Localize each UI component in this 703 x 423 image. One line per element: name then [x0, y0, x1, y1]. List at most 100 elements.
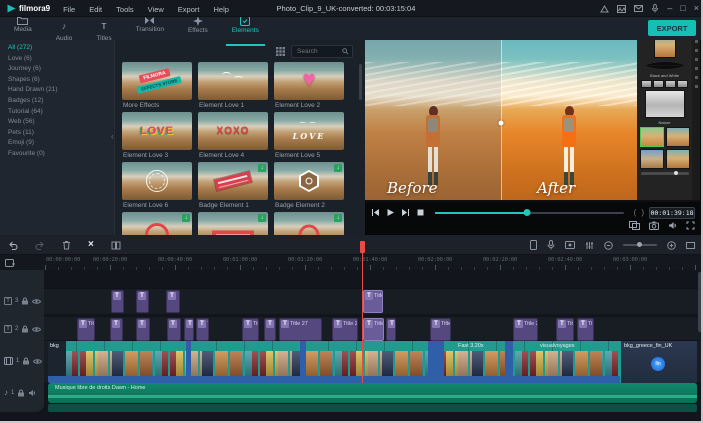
title-clip[interactable]: Title — [430, 318, 451, 341]
title-clip[interactable] — [184, 318, 194, 341]
video-track-1[interactable]: fin bkg Fast 3.20x visualvoyages bkg_greece_… — [0, 340, 701, 383]
title-clip[interactable] — [136, 290, 149, 313]
split-icon[interactable]: × — [88, 240, 94, 250]
title-clip[interactable] — [167, 318, 181, 341]
mark-out-icon[interactable]: ) — [641, 208, 644, 218]
title-clip[interactable]: Ti — [264, 318, 276, 341]
fit-timeline-icon[interactable] — [686, 241, 695, 250]
title-clip[interactable]: Title — [363, 290, 383, 313]
sidebar-item[interactable]: Badges (12) — [0, 96, 114, 107]
seek-bar[interactable] — [435, 208, 624, 218]
sidebar-item[interactable]: All (272) — [0, 43, 114, 54]
snapshot-camera-icon[interactable] — [649, 221, 659, 230]
screen-record-icon[interactable] — [565, 241, 575, 249]
mail-icon[interactable] — [634, 5, 644, 12]
title-clip[interactable]: Title 27 — [279, 318, 322, 341]
minimize-button[interactable]: – — [667, 4, 672, 13]
sidebar-item[interactable]: Pets (11) — [0, 128, 114, 139]
play-button[interactable] — [385, 208, 395, 218]
audio-clip[interactable]: Musique libre de droits Dawn - Home — [48, 383, 697, 403]
playhead[interactable] — [360, 241, 365, 383]
timeline-scrollbar[interactable] — [698, 272, 701, 332]
sidebar-item[interactable]: Web (56) — [0, 117, 114, 128]
previous-frame-button[interactable] — [370, 208, 380, 218]
library-item[interactable]: LOVE Element Love 5 — [274, 112, 344, 160]
timeline-zoom-slider[interactable] — [623, 242, 657, 247]
menu-file[interactable]: File — [56, 5, 82, 14]
audio-mixer-icon[interactable] — [585, 241, 594, 250]
close-button[interactable]: × — [694, 4, 699, 13]
library-item[interactable]: ↓ — [198, 212, 268, 235]
title-clip[interactable]: Title 2 — [332, 318, 358, 341]
library-item[interactable]: XOXO Element Love 4 — [198, 112, 268, 160]
title-clip[interactable] — [166, 290, 180, 313]
tab-effects[interactable]: Effects — [188, 15, 208, 42]
fullscreen-icon[interactable] — [686, 221, 695, 230]
eye-icon[interactable] — [32, 298, 42, 305]
delete-icon[interactable] — [62, 240, 71, 250]
speaker-icon[interactable] — [28, 389, 36, 397]
sidebar-item[interactable]: Tutorial (64) — [0, 107, 114, 118]
mark-in-icon[interactable]: ( — [634, 208, 637, 218]
menu-tools[interactable]: Tools — [109, 5, 141, 14]
eye-icon[interactable] — [33, 358, 43, 365]
track-header-1[interactable]: 1 — [4, 356, 43, 366]
zoom-slider-knob[interactable] — [636, 242, 642, 247]
title-clip[interactable]: Title — [363, 318, 384, 341]
library-item[interactable]: Element Love 6 — [122, 162, 192, 210]
menu-view[interactable]: View — [141, 5, 171, 14]
crop-icon[interactable] — [111, 241, 121, 250]
library-item[interactable]: ↓ — [122, 212, 192, 235]
audio-track-header[interactable]: ♪ 1 — [4, 388, 36, 398]
track-header-2[interactable]: T 2 — [4, 324, 42, 334]
track-header-3[interactable]: T 3 — [4, 296, 42, 306]
lock-icon[interactable] — [21, 325, 29, 333]
timeline-ruler[interactable]: 00:00:00:00 00:00:20:00 00:00:40:00 00:01:0… — [0, 256, 701, 270]
library-item[interactable]: ↓ — [274, 212, 344, 235]
title-clip[interactable]: Ti — [196, 318, 209, 341]
search-box[interactable] — [291, 44, 353, 58]
tab-transition[interactable]: Transition — [136, 16, 164, 42]
library-scrollbar[interactable] — [359, 64, 362, 100]
title-clip[interactable] — [110, 318, 123, 341]
zoom-in-icon[interactable] — [667, 240, 676, 250]
compare-view-icon[interactable] — [629, 221, 640, 230]
library-item[interactable]: LOVE Element Love 3 — [122, 112, 192, 160]
sidebar-item[interactable]: Hand Drawn (21) — [0, 85, 114, 96]
image-icon[interactable] — [617, 4, 627, 13]
tab-audio[interactable]: ♪ Audio — [56, 16, 73, 42]
audio-track-1[interactable]: Musique libre de droits Dawn - Home — [0, 383, 701, 403]
collapse-sidebar-icon[interactable]: ‹ — [111, 132, 114, 141]
title-clip[interactable]: Titl — [242, 318, 259, 341]
menu-edit[interactable]: Edit — [82, 5, 109, 14]
sidebar-item[interactable]: Journey (6) — [0, 64, 114, 75]
sidebar-item[interactable]: Emoji (9) — [0, 138, 114, 149]
video-clip-strip[interactable]: fin bkg Fast 3.20x visualvoyages bkg_greece_… — [48, 341, 697, 383]
lock-icon[interactable] — [22, 357, 30, 365]
tab-titles[interactable]: T Titles — [96, 16, 111, 42]
sidebar-item[interactable]: Favourite (0) — [0, 149, 114, 160]
library-item[interactable]: ↓ Badge Element 1 — [198, 162, 268, 210]
stop-button[interactable] — [415, 208, 425, 218]
library-item[interactable]: FILMORA EFFECTS STORE More Effects — [122, 62, 192, 110]
title-clip[interactable] — [386, 318, 396, 341]
phone-icon[interactable] — [530, 240, 537, 250]
title-clip[interactable] — [111, 290, 124, 313]
eye-icon[interactable] — [32, 326, 42, 333]
share-icon[interactable] — [600, 4, 610, 13]
record-voiceover-icon[interactable] — [547, 240, 555, 250]
title-track-2[interactable]: TitlTiTitlTiTitle 27Title 2TitleTitleTit… — [0, 316, 701, 342]
redo-icon[interactable] — [35, 241, 45, 250]
export-button[interactable]: EXPORT — [648, 20, 696, 36]
title-track-3[interactable]: Title — [0, 288, 701, 314]
seek-knob[interactable] — [523, 209, 531, 216]
library-item[interactable]: Element Love 1 — [198, 62, 268, 110]
mic-icon[interactable] — [651, 4, 659, 13]
title-clip[interactable]: Title — [556, 318, 574, 341]
grid-view-icon[interactable] — [276, 46, 285, 56]
library-item[interactable]: ♥ Element Love 2 — [274, 62, 344, 110]
undo-icon[interactable] — [8, 241, 18, 250]
menu-export[interactable]: Export — [171, 5, 207, 14]
sidebar-item[interactable]: Shapes (6) — [0, 75, 114, 86]
library-item[interactable]: ↓ Badge Element 2 — [274, 162, 344, 210]
